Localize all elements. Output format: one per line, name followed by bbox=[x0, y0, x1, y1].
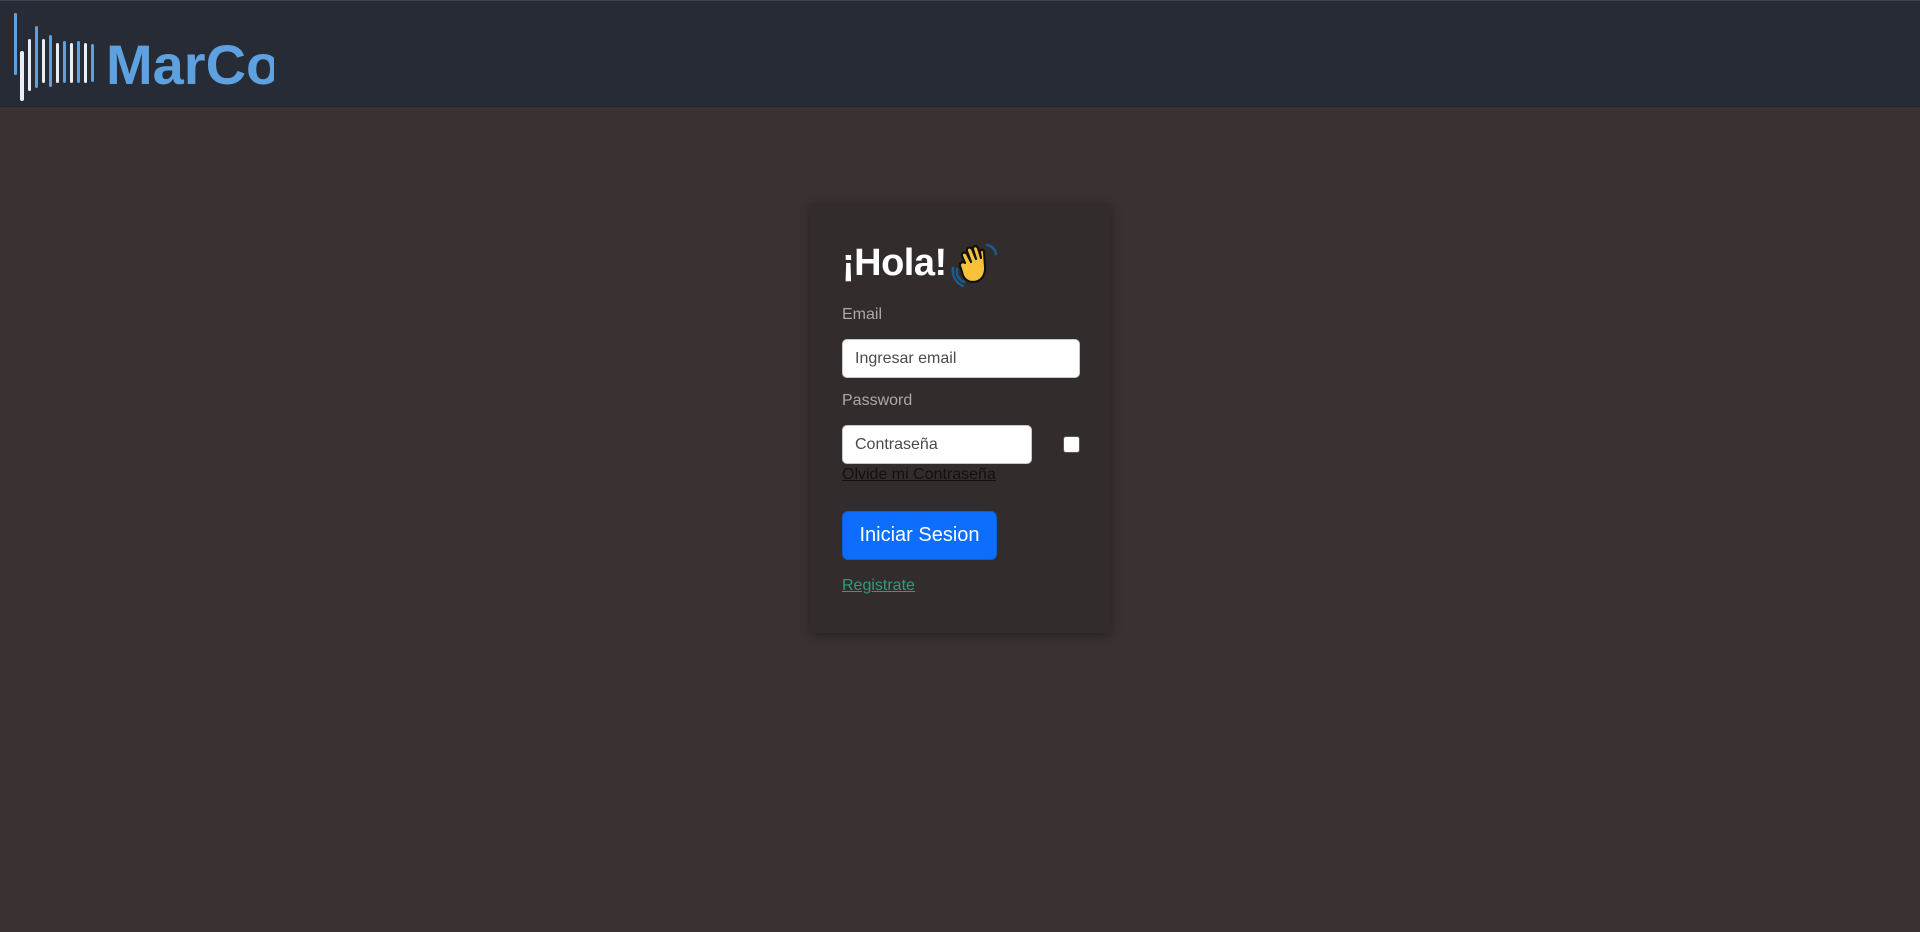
logo-text: MarCo bbox=[106, 33, 274, 96]
marco-logo[interactable]: MarCo bbox=[14, 11, 274, 103]
top-navbar: MarCo bbox=[0, 0, 1920, 107]
password-label: Password bbox=[842, 392, 913, 409]
greeting-text: ¡Hola! bbox=[842, 241, 947, 284]
login-greeting: ¡Hola! bbox=[842, 238, 999, 288]
forgot-password-link[interactable]: Olvide mi Contraseña bbox=[842, 466, 996, 484]
password-field[interactable] bbox=[842, 425, 1032, 464]
logo-bars-icon bbox=[14, 13, 94, 101]
waving-hand-icon bbox=[951, 243, 997, 287]
email-field[interactable] bbox=[842, 339, 1080, 378]
show-password-checkbox[interactable] bbox=[1063, 436, 1080, 453]
email-label: Email bbox=[842, 306, 883, 323]
register-link[interactable]: Registrate bbox=[842, 577, 915, 595]
login-card: ¡Hola! Email Password Olvide mi Contrase… bbox=[810, 203, 1111, 633]
login-button[interactable]: Iniciar Sesion bbox=[842, 511, 997, 560]
